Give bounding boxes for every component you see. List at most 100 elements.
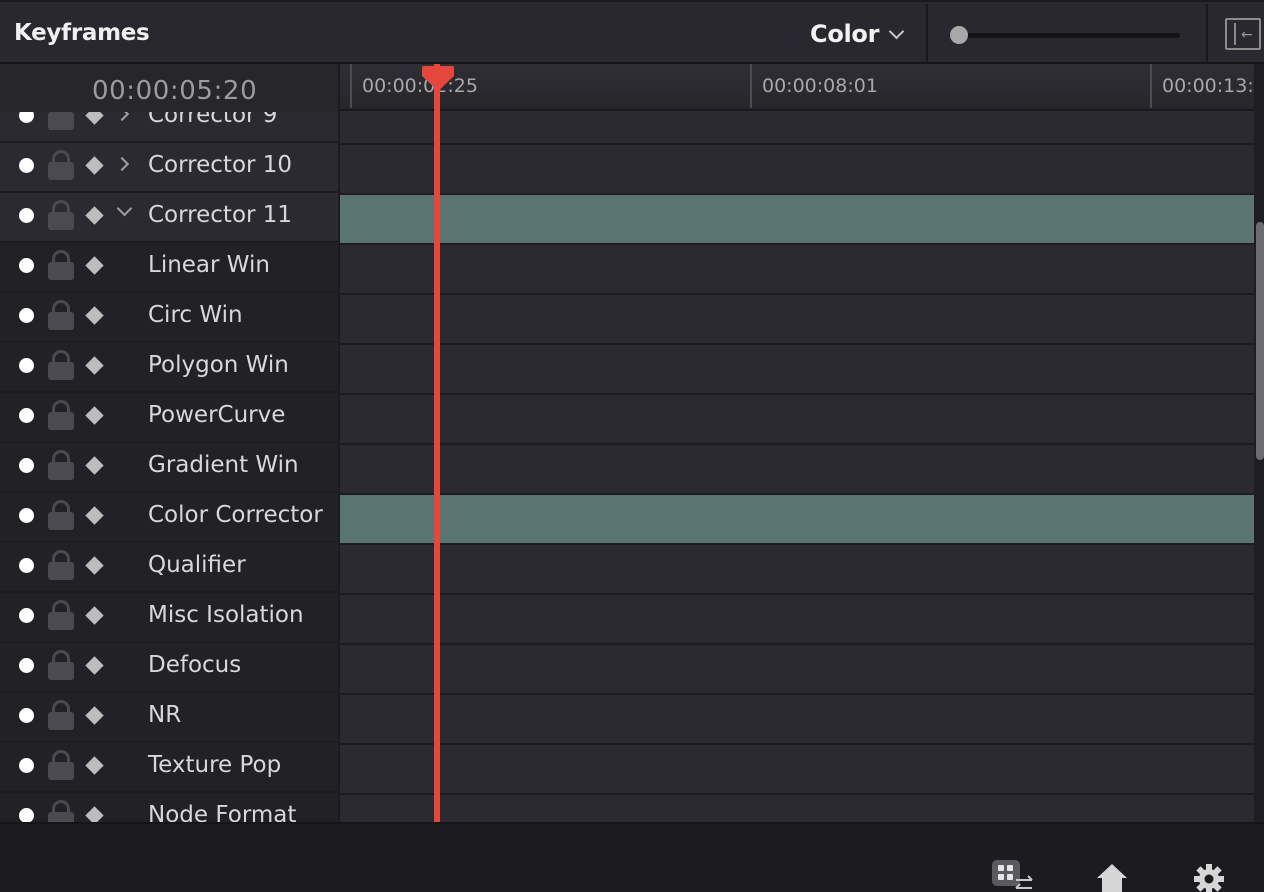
time-ruler[interactable]: 00:00:02:25 00:00:08:01 00:00:13:	[340, 64, 1254, 111]
enable-dot-icon[interactable]	[19, 508, 34, 523]
track-row-label: Texture Pop	[148, 752, 282, 778]
playhead[interactable]	[434, 64, 440, 822]
playhead-handle[interactable]	[421, 64, 455, 92]
keyframe-diamond-icon[interactable]	[85, 606, 104, 625]
track-row-corrector-11[interactable]: Corrector 11	[0, 193, 338, 243]
lock-icon[interactable]	[48, 200, 74, 230]
timeline-track-texture-pop[interactable]	[340, 745, 1254, 795]
timeline-track-circ-win[interactable]	[340, 295, 1254, 345]
keyframe-diamond-icon[interactable]	[85, 256, 104, 275]
timeline-track-color-corrector[interactable]	[340, 495, 1254, 545]
lock-icon[interactable]	[48, 150, 74, 180]
enable-dot-icon[interactable]	[19, 308, 34, 323]
track-row-defocus[interactable]: Defocus	[0, 643, 338, 693]
timeline-track-node-format[interactable]	[340, 795, 1254, 822]
timeline-track-qualifier[interactable]	[340, 545, 1254, 595]
track-row-misc-isolation[interactable]: Misc Isolation	[0, 593, 338, 643]
lock-icon[interactable]	[48, 500, 74, 530]
enable-dot-icon[interactable]	[19, 158, 34, 173]
keyframe-diamond-icon[interactable]	[85, 156, 104, 175]
collapse-panel-button[interactable]: ←	[1225, 18, 1261, 50]
enable-dot-icon[interactable]	[19, 408, 34, 423]
track-row-color-corrector[interactable]: Color Corrector	[0, 493, 338, 543]
track-row-label: NR	[148, 702, 182, 728]
chevron-down-icon	[888, 23, 905, 39]
playhead-line	[434, 64, 440, 822]
track-row-texture-pop[interactable]: Texture Pop	[0, 743, 338, 793]
clip-grid-swap-icon[interactable]	[990, 858, 1034, 892]
enable-dot-icon[interactable]	[19, 358, 34, 373]
keyframe-timeline[interactable]: 00:00:02:25 00:00:08:01 00:00:13:	[340, 64, 1254, 822]
collapse-panel-icon	[1234, 23, 1236, 45]
track-row-label: PowerCurve	[148, 402, 286, 428]
enable-dot-icon[interactable]	[19, 658, 34, 673]
mode-dropdown[interactable]: Color	[810, 16, 905, 52]
keyframe-diamond-icon[interactable]	[85, 456, 104, 475]
keyframe-diamond-icon[interactable]	[85, 806, 104, 822]
timeline-track-corrector-10[interactable]	[340, 145, 1254, 195]
timeline-track-gradient-win[interactable]	[340, 445, 1254, 495]
lock-icon[interactable]	[48, 450, 74, 480]
lock-icon[interactable]	[48, 600, 74, 630]
track-row-node-format[interactable]: Node Format	[0, 793, 338, 822]
lock-icon[interactable]	[48, 700, 74, 730]
enable-dot-icon[interactable]	[19, 758, 34, 773]
lock-icon[interactable]	[48, 550, 74, 580]
track-row-circ-win[interactable]: Circ Win	[0, 293, 338, 343]
lock-icon[interactable]	[48, 350, 74, 380]
track-row-qualifier[interactable]: Qualifier	[0, 543, 338, 593]
keyframe-diamond-icon[interactable]	[85, 706, 104, 725]
zoom-slider-thumb[interactable]	[950, 26, 969, 44]
lock-icon[interactable]	[48, 750, 74, 780]
keyframe-diamond-icon[interactable]	[85, 506, 104, 525]
settings-gear-icon[interactable]	[1188, 858, 1232, 892]
ruler-tick-label: 00:00:13:	[1162, 75, 1254, 97]
lock-icon[interactable]	[48, 250, 74, 280]
keyframe-diamond-icon[interactable]	[85, 356, 104, 375]
keyframe-diamond-icon[interactable]	[85, 656, 104, 675]
ruler-tick	[1150, 64, 1152, 108]
track-row-corrector-10[interactable]: Corrector 10	[0, 143, 338, 193]
timeline-tracks	[340, 95, 1254, 822]
enable-dot-icon[interactable]	[19, 208, 34, 223]
lock-icon[interactable]	[48, 300, 74, 330]
lock-icon[interactable]	[48, 800, 74, 822]
enable-dot-icon[interactable]	[19, 258, 34, 273]
timeline-track-linear-win[interactable]	[340, 245, 1254, 295]
enable-dot-icon[interactable]	[19, 808, 34, 822]
timeline-track-defocus[interactable]	[340, 645, 1254, 695]
track-row-label: Color Corrector	[148, 502, 323, 528]
zoom-slider[interactable]	[944, 24, 1182, 46]
timeline-track-powercurve[interactable]	[340, 395, 1254, 445]
enable-dot-icon[interactable]	[19, 558, 34, 573]
track-row-nr[interactable]: NR	[0, 693, 338, 743]
timeline-track-nr[interactable]	[340, 695, 1254, 745]
keyframe-diamond-icon[interactable]	[85, 206, 104, 225]
enable-dot-icon[interactable]	[19, 708, 34, 723]
track-row-polygon-win[interactable]: Polygon Win	[0, 343, 338, 393]
chevron-down-icon[interactable]	[116, 200, 133, 217]
lock-icon[interactable]	[48, 650, 74, 680]
track-row-label: Defocus	[148, 652, 242, 678]
keyframe-diamond-icon[interactable]	[85, 306, 104, 325]
lock-icon[interactable]	[48, 400, 74, 430]
chevron-right-icon[interactable]	[114, 156, 130, 172]
keyframe-diamond-icon[interactable]	[85, 406, 104, 425]
zoom-slider-track	[950, 33, 1180, 38]
keyframe-diamond-icon[interactable]	[85, 756, 104, 775]
track-row-gradient-win[interactable]: Gradient Win	[0, 443, 338, 493]
track-row-powercurve[interactable]: PowerCurve	[0, 393, 338, 443]
track-row-label: Corrector 11	[148, 202, 293, 228]
enable-dot-icon[interactable]	[19, 608, 34, 623]
track-row-label: Circ Win	[148, 302, 243, 328]
keyframe-diamond-icon[interactable]	[85, 556, 104, 575]
enable-dot-icon[interactable]	[19, 458, 34, 473]
timeline-track-corrector-11[interactable]	[340, 195, 1254, 245]
home-icon[interactable]	[1090, 858, 1134, 892]
track-row-linear-win[interactable]: Linear Win	[0, 243, 338, 293]
ruler-tick	[350, 64, 352, 108]
timeline-track-polygon-win[interactable]	[340, 345, 1254, 395]
scrollbar-thumb[interactable]	[1256, 222, 1264, 460]
timeline-track-misc-isolation[interactable]	[340, 595, 1254, 645]
track-row-label: Polygon Win	[148, 352, 289, 378]
